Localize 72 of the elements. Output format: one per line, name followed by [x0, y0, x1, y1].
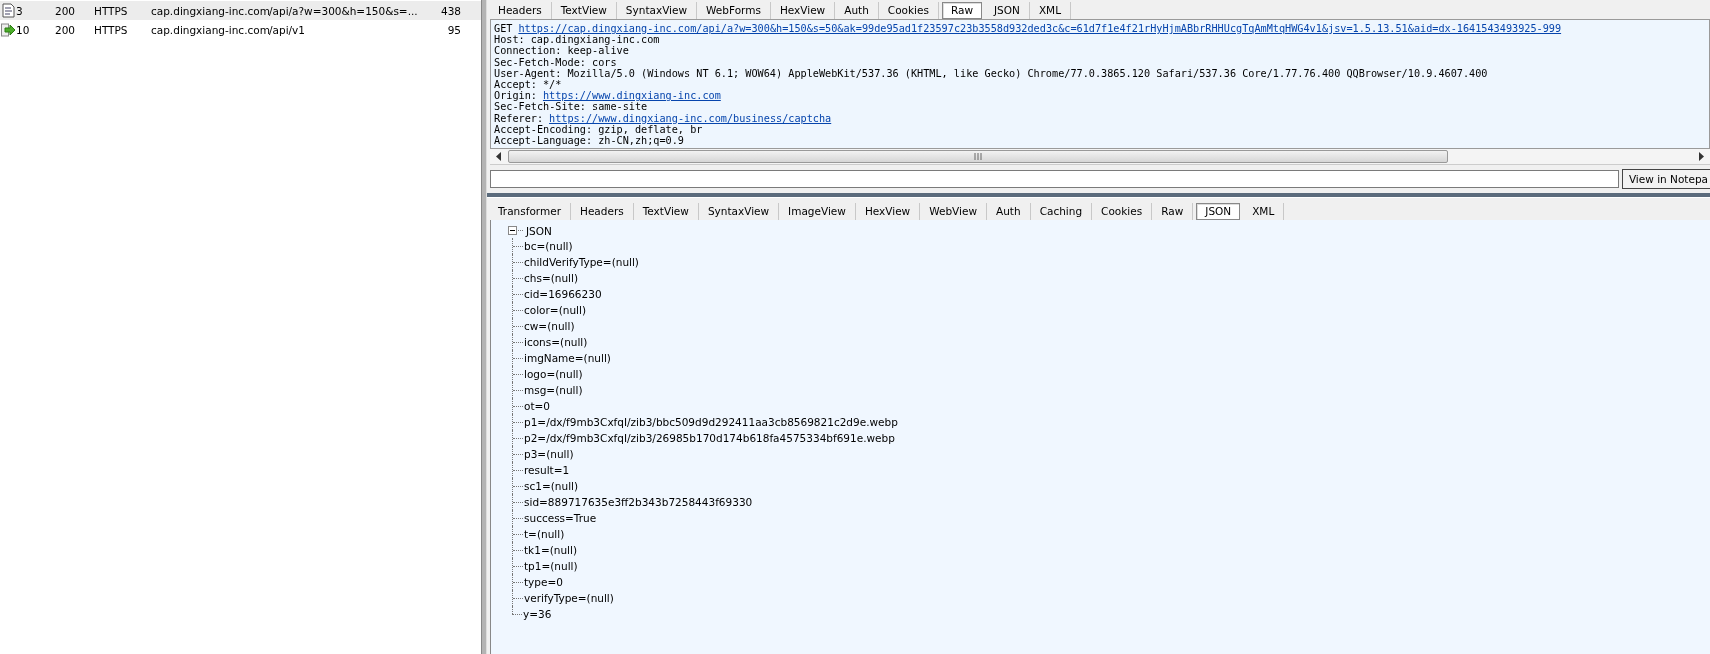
host: cap.dingxiang-inc.com [151, 4, 269, 17]
horizontal-scrollbar[interactable] [490, 149, 1710, 165]
header-name: Sec-Fetch-Site: [494, 101, 586, 113]
arrow-icon [0, 22, 16, 37]
tab[interactable]: JSON [1196, 203, 1241, 220]
header-name: Host: [494, 34, 525, 46]
tree-item[interactable]: cid=16966230 [523, 286, 602, 302]
header-name: Sec-Fetch-Mode: [494, 56, 586, 68]
result-code: 200 [55, 23, 77, 36]
protocol: HTTPS [94, 23, 129, 36]
protocol: HTTPS [94, 4, 129, 17]
header-name: Accept-Language: [494, 135, 593, 147]
tree-item[interactable]: childVerifyType=(null) [523, 254, 639, 270]
session-number: 10 [16, 23, 31, 36]
tree-item[interactable]: color=(null) [523, 302, 586, 318]
tree-item[interactable]: type=0 [523, 574, 563, 590]
tree-item[interactable]: cw=(null) [523, 318, 575, 334]
header-value: same-site [592, 101, 648, 113]
tree-item[interactable]: icons=(null) [523, 334, 588, 350]
tree-item[interactable]: msg=(null) [523, 382, 583, 398]
tree-item[interactable]: verifyType=(null) [523, 590, 614, 606]
header-name: Referer: [494, 112, 544, 124]
tree-item[interactable]: ot=0 [523, 398, 551, 414]
tree-item[interactable]: logo=(null) [523, 366, 583, 382]
tree-item[interactable]: sid=889717635e3ff2b343b7258443f69330 [523, 494, 753, 510]
tree-item[interactable]: chs=(null) [523, 270, 579, 286]
document-icon [1, 3, 15, 18]
result-code: 200 [55, 4, 77, 17]
url: /api/v1 [269, 23, 306, 36]
scroll-left-icon[interactable] [495, 152, 503, 161]
header-value: gzip, deflate, br [598, 123, 703, 136]
header-value: Mozilla/5.0 (Windows NT 6.1; WOW64) AppleWebKit/537.36 (KHTML, like Gecko) Chrome/77.0.3865.120 Safari/537.36 Core/1.77.76.400 QQBrowser/10.9.4607.400 [567, 67, 1488, 79]
tree-item[interactable]: bc=(null) [523, 238, 573, 254]
header-name: Accept: [494, 79, 537, 91]
header-name: User-Agent: [494, 67, 562, 79]
tree-item[interactable]: y=36 [522, 606, 552, 622]
tree-item[interactable]: tk1=(null) [523, 542, 577, 558]
text-field[interactable] [490, 170, 1619, 188]
body-size: 438 [439, 4, 461, 17]
url: /api/a?w=300&h=150&s=... [269, 4, 419, 17]
header-name: GET [494, 23, 513, 35]
session-row[interactable]: 3 200 HTTPS cap.dingxiang-inc.com/api/a?w=300&h=150&s=... 438 [0, 1, 481, 20]
header-value: keep-alive [567, 45, 629, 57]
header-value: cap.dingxiang-inc.com [530, 34, 660, 46]
link[interactable]: https://cap.dingxiang-inc.com/api/a?w=300&h=150&s=50&ak=99de95ad1f23597c23b3558d932ded3c&c=61d7f1e4f21rHyHjmABbrRHHUcgTqAmMtqHWG4v1&jsv=1.5.13.51&aid=dx-1641543493925-999 [518, 23, 1562, 35]
session-number: 3 [16, 4, 24, 17]
tab[interactable]: Raw [941, 2, 982, 19]
tree-item[interactable]: success=True [523, 510, 597, 526]
tree-item[interactable]: p3=(null) [523, 446, 574, 462]
tree-item[interactable]: p1=/dx/f9mb3CxfqI/zib3/bbc509d9d292411aa3cb8569821c2d9e.webp [523, 414, 898, 430]
scroll-thumb[interactable] [508, 150, 1448, 163]
scroll-right-icon[interactable] [1697, 152, 1705, 161]
link[interactable]: https://www.dingxiang-inc.com/business/captcha [549, 112, 832, 124]
header-value: zh-CN,zh;q=0.9 [598, 135, 684, 147]
header-name: Origin: [494, 90, 537, 102]
session-row[interactable]: 10 200 HTTPS cap.dingxiang-inc.com/api/v1 95 [0, 20, 481, 39]
body-size: 95 [446, 23, 461, 36]
tree-item[interactable]: sc1=(null) [523, 478, 579, 494]
tree-item[interactable]: result=1 [523, 462, 570, 478]
header-name: Accept-Encoding: [494, 123, 593, 136]
notepad-button[interactable]: View in Notepa [1621, 169, 1710, 189]
collapse-icon[interactable] [508, 226, 517, 235]
tree-item[interactable]: tp1=(null) [523, 558, 578, 574]
tree-item[interactable]: p2=/dx/f9mb3CxfqI/zib3/26985b170d174b618fa4575334bf691e.webp [523, 430, 895, 446]
header-value: cors [592, 56, 617, 68]
tree-item[interactable]: JSON [525, 222, 552, 239]
header-value: */* [542, 79, 562, 91]
header-name: Connection: [494, 45, 562, 57]
tree-item[interactable]: t=(null) [523, 526, 565, 542]
host: cap.dingxiang-inc.com [151, 23, 269, 36]
tree-item[interactable]: imgName=(null) [523, 350, 611, 366]
link[interactable]: https://www.dingxiang-inc.com [542, 90, 721, 102]
